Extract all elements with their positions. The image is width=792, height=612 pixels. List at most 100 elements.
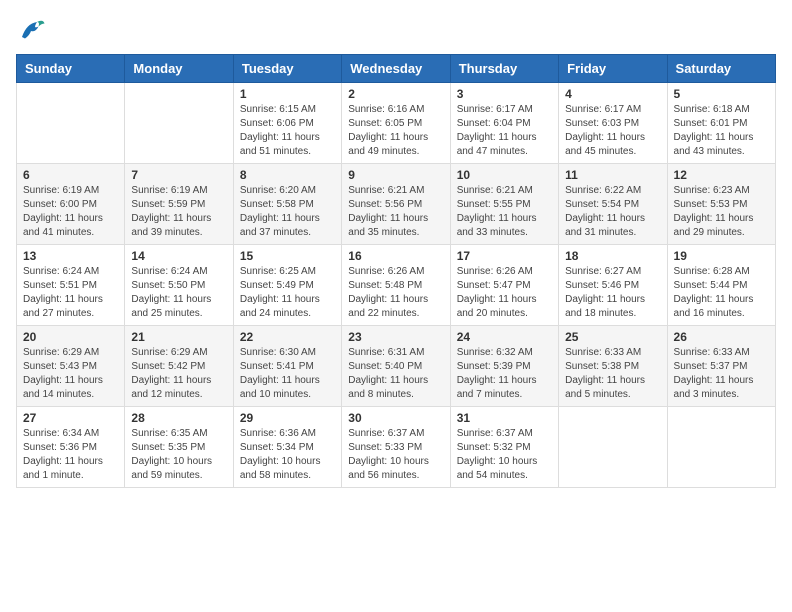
calendar-cell: 29Sunrise: 6:36 AMSunset: 5:34 PMDayligh… xyxy=(233,407,341,488)
day-number: 19 xyxy=(674,249,769,263)
day-detail: Sunrise: 6:33 AMSunset: 5:38 PMDaylight:… xyxy=(565,346,660,402)
day-number: 23 xyxy=(348,330,443,344)
day-detail: Sunrise: 6:27 AMSunset: 5:46 PMDaylight:… xyxy=(565,265,660,321)
day-number: 21 xyxy=(131,330,226,344)
calendar-day-header: Friday xyxy=(559,55,667,83)
calendar-cell: 22 Sunrise: 6:30 AMSunset: 5:41 PMDayligh… xyxy=(233,326,341,407)
calendar-cell: 9 Sunrise: 6:21 AMSunset: 5:56 PMDaylight… xyxy=(342,164,450,245)
day-detail: Sunrise: 6:31 AMSunset: 5:40 PMDaylight:… xyxy=(348,346,443,402)
day-number: 29 xyxy=(240,411,335,425)
day-number: 3 xyxy=(457,87,552,101)
day-detail: Sunrise: 6:18 AMSunset: 6:01 PMDaylight:… xyxy=(674,103,769,159)
calendar-cell: 25 Sunrise: 6:33 AMSunset: 5:38 PMDayligh… xyxy=(559,326,667,407)
day-number: 20 xyxy=(23,330,118,344)
day-number: 30 xyxy=(348,411,443,425)
day-number: 22 xyxy=(240,330,335,344)
day-detail: Sunrise: 6:37 AMSunset: 5:33 PMDaylight:… xyxy=(348,427,443,483)
day-detail: Sunrise: 6:23 AMSunset: 5:53 PMDaylight:… xyxy=(674,184,769,240)
calendar-day-header: Monday xyxy=(125,55,233,83)
calendar-week-row: 27 Sunrise: 6:34 AMSunset: 5:36 PMDayligh… xyxy=(17,407,776,488)
day-number: 13 xyxy=(23,249,118,263)
day-detail: Sunrise: 6:19 AMSunset: 6:00 PMDaylight:… xyxy=(23,184,118,240)
calendar-cell: 31 Sunrise: 6:37 AMSunset: 5:32 PMDayligh… xyxy=(450,407,558,488)
calendar-day-header: Wednesday xyxy=(342,55,450,83)
day-number: 27 xyxy=(23,411,118,425)
calendar-cell: 3Sunrise: 6:17 AMSunset: 6:04 PMDaylight… xyxy=(450,83,558,164)
calendar-cell: 17Sunrise: 6:26 AMSunset: 5:47 PMDayligh… xyxy=(450,245,558,326)
calendar-cell: 1 Sunrise: 6:15 AMSunset: 6:06 PMDaylight… xyxy=(233,83,341,164)
calendar-cell: 20 Sunrise: 6:29 AMSunset: 5:43 PMDayligh… xyxy=(17,326,125,407)
calendar-cell xyxy=(667,407,775,488)
day-detail: Sunrise: 6:21 AMSunset: 5:55 PMDaylight:… xyxy=(457,184,552,240)
day-detail: Sunrise: 6:30 AMSunset: 5:41 PMDaylight:… xyxy=(240,346,335,402)
day-detail: Sunrise: 6:21 AMSunset: 5:56 PMDaylight:… xyxy=(348,184,443,240)
calendar-cell: 26 Sunrise: 6:33 AMSunset: 5:37 PMDayligh… xyxy=(667,326,775,407)
calendar-cell xyxy=(125,83,233,164)
calendar-cell: 12 Sunrise: 6:23 AMSunset: 5:53 PMDayligh… xyxy=(667,164,775,245)
calendar-cell: 14 Sunrise: 6:24 AMSunset: 5:50 PMDayligh… xyxy=(125,245,233,326)
calendar-day-header: Tuesday xyxy=(233,55,341,83)
day-detail: Sunrise: 6:28 AMSunset: 5:44 PMDaylight:… xyxy=(674,265,769,321)
day-detail: Sunrise: 6:26 AMSunset: 5:47 PMDaylight:… xyxy=(457,265,552,321)
day-number: 4 xyxy=(565,87,660,101)
calendar-week-row: 1 Sunrise: 6:15 AMSunset: 6:06 PMDaylight… xyxy=(17,83,776,164)
day-number: 7 xyxy=(131,168,226,182)
day-detail: Sunrise: 6:34 AMSunset: 5:36 PMDaylight:… xyxy=(23,427,118,483)
day-number: 25 xyxy=(565,330,660,344)
logo xyxy=(16,16,50,46)
day-number: 28 xyxy=(131,411,226,425)
day-number: 6 xyxy=(23,168,118,182)
day-number: 24 xyxy=(457,330,552,344)
calendar-day-header: Sunday xyxy=(17,55,125,83)
day-detail: Sunrise: 6:22 AMSunset: 5:54 PMDaylight:… xyxy=(565,184,660,240)
day-detail: Sunrise: 6:32 AMSunset: 5:39 PMDaylight:… xyxy=(457,346,552,402)
calendar-cell: 16 Sunrise: 6:26 AMSunset: 5:48 PMDayligh… xyxy=(342,245,450,326)
day-number: 16 xyxy=(348,249,443,263)
day-detail: Sunrise: 6:29 AMSunset: 5:42 PMDaylight:… xyxy=(131,346,226,402)
day-number: 2 xyxy=(348,87,443,101)
day-number: 14 xyxy=(131,249,226,263)
day-number: 1 xyxy=(240,87,335,101)
calendar-cell: 11 Sunrise: 6:22 AMSunset: 5:54 PMDayligh… xyxy=(559,164,667,245)
day-number: 15 xyxy=(240,249,335,263)
day-number: 12 xyxy=(674,168,769,182)
calendar-cell: 4Sunrise: 6:17 AMSunset: 6:03 PMDaylight… xyxy=(559,83,667,164)
calendar-cell: 6 Sunrise: 6:19 AMSunset: 6:00 PMDaylight… xyxy=(17,164,125,245)
calendar-cell: 23 Sunrise: 6:31 AMSunset: 5:40 PMDayligh… xyxy=(342,326,450,407)
calendar-day-header: Thursday xyxy=(450,55,558,83)
calendar-cell: 5Sunrise: 6:18 AMSunset: 6:01 PMDaylight… xyxy=(667,83,775,164)
day-number: 10 xyxy=(457,168,552,182)
calendar-cell: 24 Sunrise: 6:32 AMSunset: 5:39 PMDayligh… xyxy=(450,326,558,407)
day-detail: Sunrise: 6:35 AMSunset: 5:35 PMDaylight:… xyxy=(131,427,226,483)
calendar-cell xyxy=(17,83,125,164)
calendar-week-row: 20 Sunrise: 6:29 AMSunset: 5:43 PMDayligh… xyxy=(17,326,776,407)
calendar-week-row: 13 Sunrise: 6:24 AMSunset: 5:51 PMDayligh… xyxy=(17,245,776,326)
logo-bird-icon xyxy=(16,16,46,46)
day-detail: Sunrise: 6:25 AMSunset: 5:49 PMDaylight:… xyxy=(240,265,335,321)
day-detail: Sunrise: 6:20 AMSunset: 5:58 PMDaylight:… xyxy=(240,184,335,240)
day-detail: Sunrise: 6:16 AMSunset: 6:05 PMDaylight:… xyxy=(348,103,443,159)
day-detail: Sunrise: 6:24 AMSunset: 5:50 PMDaylight:… xyxy=(131,265,226,321)
day-detail: Sunrise: 6:15 AMSunset: 6:06 PMDaylight:… xyxy=(240,103,335,159)
calendar-cell: 13 Sunrise: 6:24 AMSunset: 5:51 PMDayligh… xyxy=(17,245,125,326)
header xyxy=(16,16,776,46)
day-detail: Sunrise: 6:19 AMSunset: 5:59 PMDaylight:… xyxy=(131,184,226,240)
calendar-day-header: Saturday xyxy=(667,55,775,83)
day-number: 11 xyxy=(565,168,660,182)
day-number: 18 xyxy=(565,249,660,263)
day-detail: Sunrise: 6:29 AMSunset: 5:43 PMDaylight:… xyxy=(23,346,118,402)
calendar-cell: 21 Sunrise: 6:29 AMSunset: 5:42 PMDayligh… xyxy=(125,326,233,407)
calendar-cell: 18 Sunrise: 6:27 AMSunset: 5:46 PMDayligh… xyxy=(559,245,667,326)
calendar-cell xyxy=(559,407,667,488)
day-number: 9 xyxy=(348,168,443,182)
day-detail: Sunrise: 6:26 AMSunset: 5:48 PMDaylight:… xyxy=(348,265,443,321)
calendar-week-row: 6 Sunrise: 6:19 AMSunset: 6:00 PMDaylight… xyxy=(17,164,776,245)
day-number: 26 xyxy=(674,330,769,344)
calendar-cell: 2 Sunrise: 6:16 AMSunset: 6:05 PMDaylight… xyxy=(342,83,450,164)
day-detail: Sunrise: 6:33 AMSunset: 5:37 PMDaylight:… xyxy=(674,346,769,402)
calendar-table: SundayMondayTuesdayWednesdayThursdayFrid… xyxy=(16,54,776,488)
calendar-cell: 15 Sunrise: 6:25 AMSunset: 5:49 PMDayligh… xyxy=(233,245,341,326)
day-detail: Sunrise: 6:24 AMSunset: 5:51 PMDaylight:… xyxy=(23,265,118,321)
day-number: 31 xyxy=(457,411,552,425)
day-detail: Sunrise: 6:37 AMSunset: 5:32 PMDaylight:… xyxy=(457,427,552,483)
